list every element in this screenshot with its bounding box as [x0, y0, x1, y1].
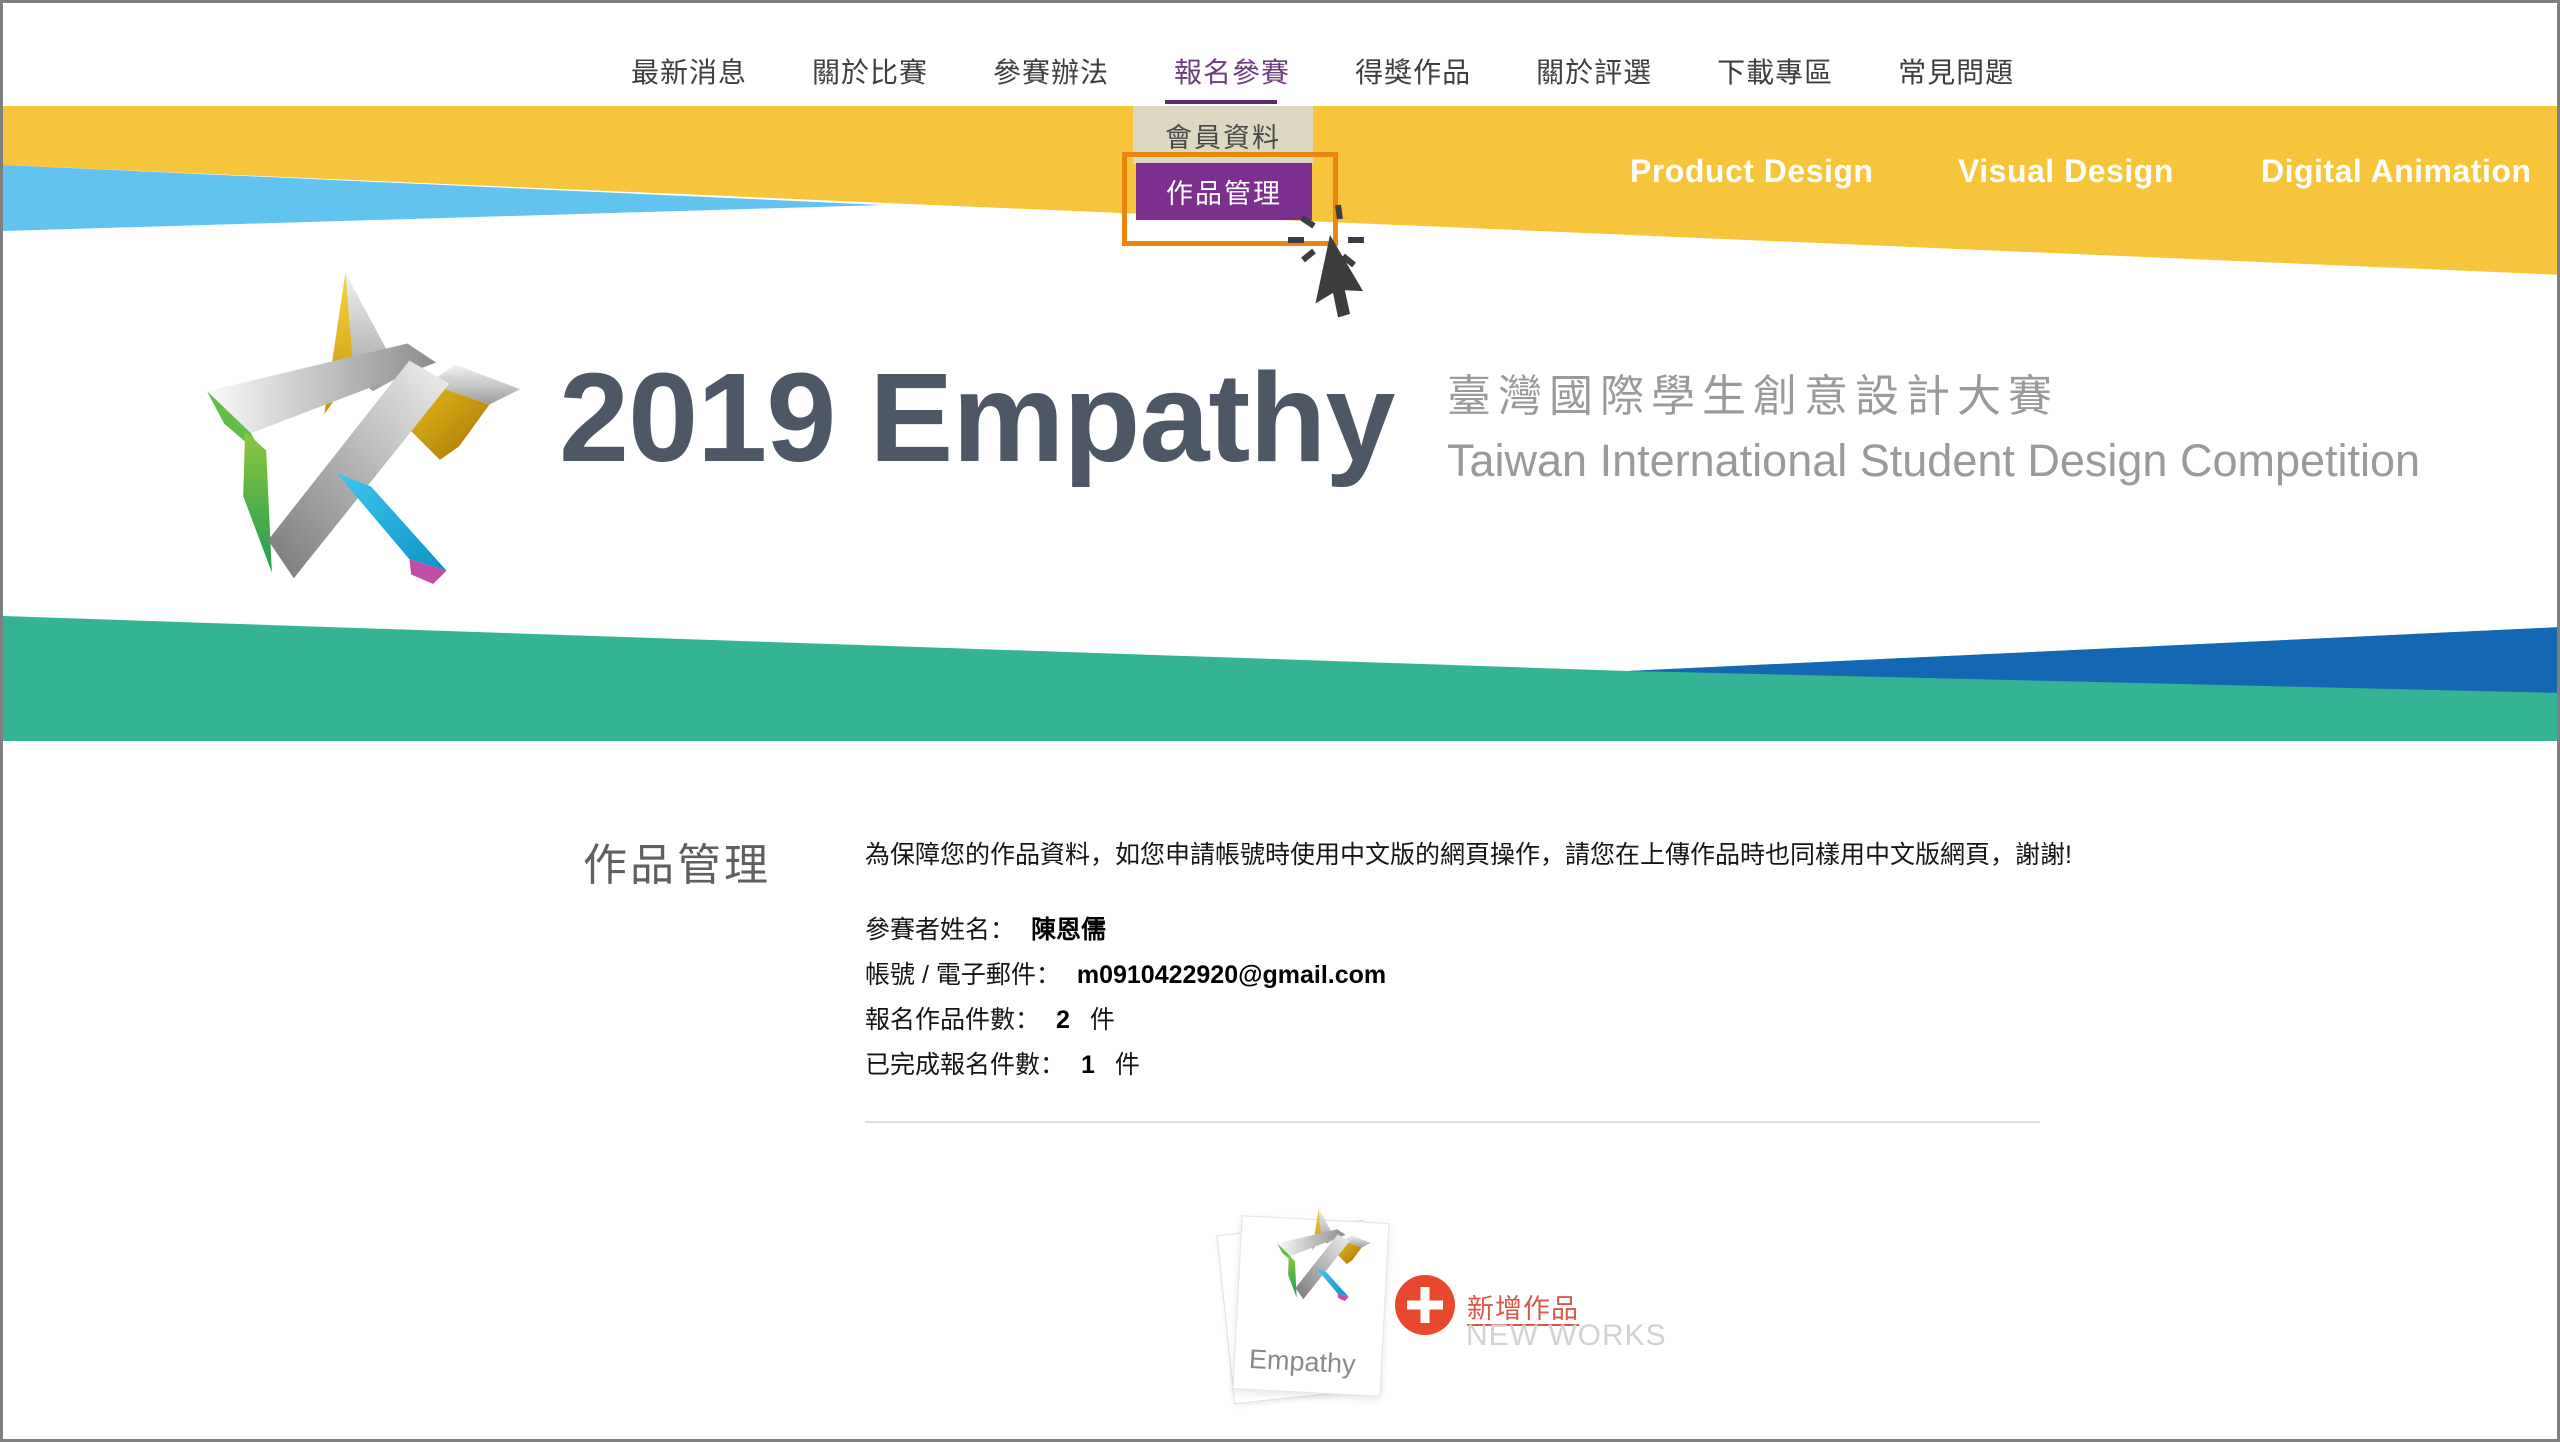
info-row-completed-count: 已完成報名件數： 1件: [865, 1043, 1386, 1088]
work-card[interactable]: Empathy: [1225, 1211, 1410, 1416]
hero-title: 2019 Empathy: [559, 355, 1394, 481]
menu-item-member-info[interactable]: 會員資料: [1165, 116, 1281, 155]
info-value: 2: [1056, 1006, 1070, 1034]
add-work-caption: NEW WORKS: [1466, 1319, 1667, 1353]
add-work-button[interactable]: [1395, 1275, 1455, 1335]
info-label: 帳號 / 電子郵件：: [865, 961, 1061, 989]
page: 最新消息 關於比賽 參賽辦法 報名參賽 得獎作品 關於評選 下載專區 常見問題 …: [0, 0, 2560, 1442]
nav-item-about[interactable]: 關於比賽: [812, 51, 928, 91]
info-unit: 件: [1090, 1006, 1115, 1034]
info-unit: 件: [1115, 1051, 1140, 1079]
info-label: 已完成報名件數：: [865, 1051, 1065, 1079]
info-row-name: 參賽者姓名： 陳恩儒: [865, 908, 1386, 953]
nav-item-judging[interactable]: 關於評選: [1536, 51, 1652, 91]
hero-subtitle: 臺灣國際學生創意設計大賽 Taiwan International Studen…: [1447, 371, 2420, 488]
category-digital-animation[interactable]: Digital Animation: [2261, 153, 2531, 190]
nav-item-awarded-works[interactable]: 得獎作品: [1355, 51, 1471, 91]
info-label: 報名作品件數：: [865, 1006, 1040, 1034]
main-nav: 最新消息 關於比賽 參賽辦法 報名參賽 得獎作品 關於評選 下載專區 常見問題: [631, 51, 2014, 91]
info-label: 參賽者姓名：: [865, 916, 1015, 944]
info-value: 1: [1081, 1051, 1095, 1079]
info-row-email: 帳號 / 電子郵件： m0910422920@gmail.com: [865, 953, 1386, 998]
info-value: 陳恩儒: [1031, 916, 1106, 944]
nav-item-rules[interactable]: 參賽辦法: [993, 51, 1109, 91]
page-title: 作品管理: [583, 829, 771, 893]
star-logo-small: [1273, 1207, 1375, 1301]
category-visual-design[interactable]: Visual Design: [1958, 153, 2174, 190]
hero-subtitle-zh: 臺灣國際學生創意設計大賽: [1447, 371, 2420, 424]
info-value: m0910422920@gmail.com: [1077, 961, 1386, 989]
divider: [865, 1121, 2040, 1123]
participant-info: 參賽者姓名： 陳恩儒 帳號 / 電子郵件： m0910422920@gmail.co…: [865, 908, 1386, 1088]
nav-item-register[interactable]: 報名參賽: [1174, 51, 1290, 91]
active-nav-underline: [1165, 100, 1277, 104]
star-logo: [191, 269, 536, 584]
nav-item-faq[interactable]: 常見問題: [1898, 51, 2014, 91]
info-row-registered-count: 報名作品件數： 2件: [865, 998, 1386, 1043]
cursor-click-icon: [1285, 193, 1405, 343]
nav-item-downloads[interactable]: 下載專區: [1717, 51, 1833, 91]
plus-icon: [1395, 1275, 1455, 1335]
notice-text: 為保障您的作品資料，如您申請帳號時使用中文版的網頁操作，請您在上傳作品時也同樣用…: [865, 835, 2072, 871]
work-card-label: Empathy: [1248, 1344, 1356, 1381]
category-product-design[interactable]: Product Design: [1630, 153, 1873, 190]
hero-subtitle-en: Taiwan International Student Design Comp…: [1447, 434, 2420, 488]
nav-item-news[interactable]: 最新消息: [631, 51, 747, 91]
